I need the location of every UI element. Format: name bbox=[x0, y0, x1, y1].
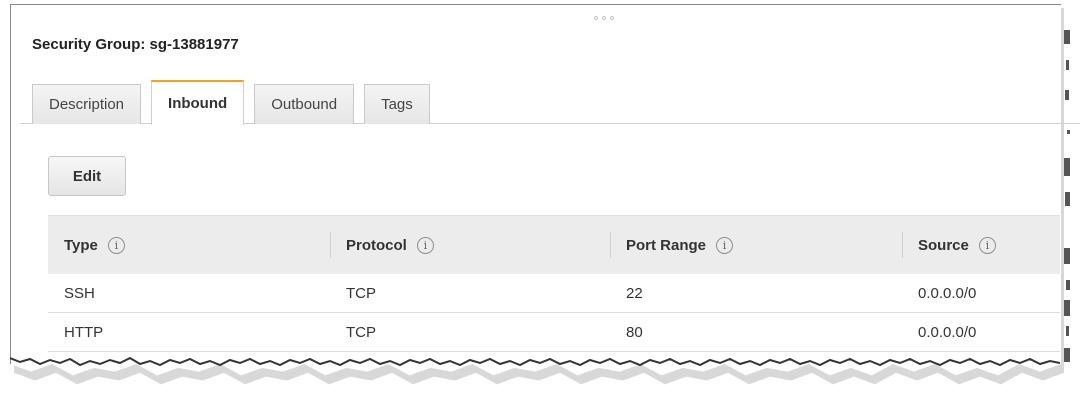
column-header-label: Port Range bbox=[626, 236, 707, 254]
torn-edge-decoration bbox=[10, 356, 1060, 367]
cell-type: HTTP bbox=[64, 323, 104, 341]
tab-description[interactable]: Description bbox=[32, 84, 142, 124]
right-edge-fragments bbox=[1062, 30, 1082, 370]
cell-source: 0.0.0.0/0 bbox=[918, 323, 977, 341]
column-header-source: Source i bbox=[902, 216, 1060, 274]
column-header-type: Type i bbox=[48, 216, 330, 274]
screenshot-stage: Security Group: sg-13881977 Description … bbox=[0, 0, 1082, 402]
info-icon[interactable]: i bbox=[716, 236, 734, 254]
column-header-label: Source bbox=[918, 236, 969, 254]
cell-port-range: 22 bbox=[626, 284, 643, 302]
info-icon[interactable]: i bbox=[107, 236, 125, 254]
drag-handle-icon[interactable] bbox=[594, 16, 614, 20]
cell-source: 0.0.0.0/0 bbox=[918, 284, 977, 302]
cell-port-range: 80 bbox=[626, 323, 643, 341]
cell-protocol: TCP bbox=[346, 323, 376, 341]
column-header-port-range: Port Range i bbox=[610, 216, 902, 274]
column-header-label: Type bbox=[64, 236, 98, 254]
page-title: Security Group: sg-13881977 bbox=[32, 36, 239, 53]
cell-protocol: TCP bbox=[346, 284, 376, 302]
column-header-protocol: Protocol i bbox=[330, 216, 610, 274]
column-header-label: Protocol bbox=[346, 236, 407, 254]
info-icon[interactable]: i bbox=[416, 236, 434, 254]
table-row[interactable]: HTTP TCP 80 0.0.0.0/0 bbox=[48, 313, 1060, 352]
tab-tags[interactable]: Tags bbox=[364, 84, 430, 124]
inbound-rules-table: Type i Protocol i Port Range i Source i … bbox=[48, 215, 1060, 352]
edit-button[interactable]: Edit bbox=[48, 156, 126, 196]
info-icon[interactable]: i bbox=[978, 236, 996, 254]
tab-outbound[interactable]: Outbound bbox=[254, 84, 355, 124]
cell-type: SSH bbox=[64, 284, 95, 302]
table-row[interactable]: SSH TCP 22 0.0.0.0/0 bbox=[48, 274, 1060, 313]
tab-inbound[interactable]: Inbound bbox=[151, 80, 245, 125]
table-header: Type i Protocol i Port Range i Source i bbox=[48, 215, 1060, 274]
tab-bar: Description Inbound Outbound Tags bbox=[32, 80, 440, 125]
